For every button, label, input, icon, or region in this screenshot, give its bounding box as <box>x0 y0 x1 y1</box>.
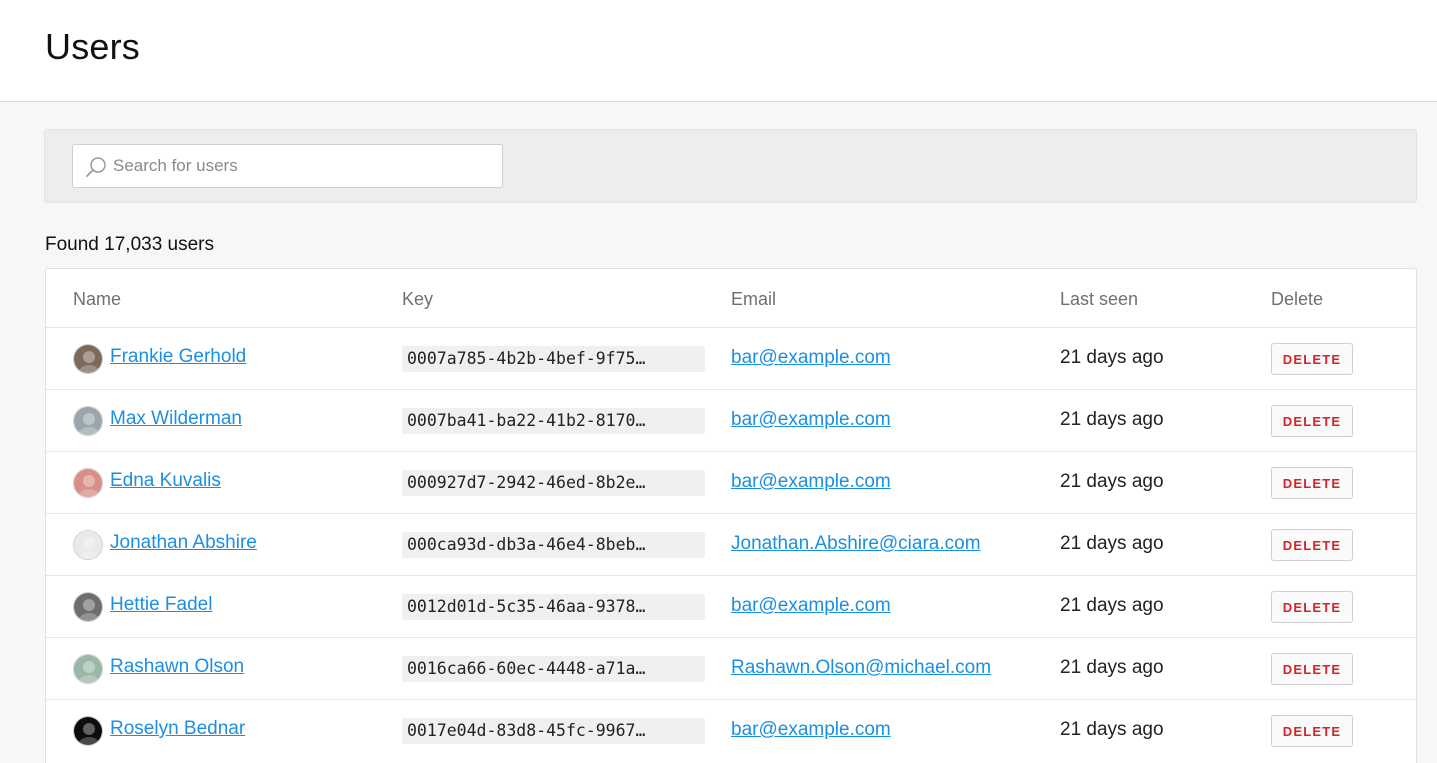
user-name-link[interactable]: Jonathan Abshire <box>110 532 257 554</box>
table-row: Rashawn Olson 0016ca66-60ec-4448-a71a… Ras… <box>46 637 1416 699</box>
results-count: Found 17,033 users <box>45 234 215 255</box>
delete-button[interactable]: DELETE <box>1271 715 1353 747</box>
delete-button[interactable]: DELETE <box>1271 467 1353 499</box>
last-seen: 21 days ago <box>1060 719 1164 740</box>
column-header-name: Name <box>73 289 122 309</box>
last-seen: 21 days ago <box>1060 533 1164 554</box>
column-header-email: Email <box>731 289 777 309</box>
table-row: Edna Kuvalis 000927d7-2942-46ed-8b2e… bar@… <box>46 451 1416 513</box>
column-header-delete: Delete <box>1271 289 1324 309</box>
search-input[interactable] <box>113 145 498 187</box>
last-seen: 21 days ago <box>1060 409 1164 430</box>
user-email-link[interactable]: Rashawn.Olson@michael.com <box>731 657 991 679</box>
last-seen: 21 days ago <box>1060 595 1164 616</box>
search-box[interactable] <box>72 144 503 188</box>
user-name-link[interactable]: Frankie Gerhold <box>110 346 246 368</box>
avatar <box>73 344 103 374</box>
users-table: Name Key Email Last seen Delete Frankie … <box>45 268 1417 763</box>
table-row: Frankie Gerhold 0007a785-4b2b-4bef-9f75… b… <box>46 327 1416 389</box>
user-email-link[interactable]: bar@example.com <box>731 471 891 493</box>
avatar <box>73 468 103 498</box>
user-name-link[interactable]: Edna Kuvalis <box>110 470 221 492</box>
delete-button[interactable]: DELETE <box>1271 653 1353 685</box>
user-email-link[interactable]: bar@example.com <box>731 719 891 741</box>
user-key: 0016ca66-60ec-4448-a71a… <box>402 656 705 682</box>
last-seen: 21 days ago <box>1060 347 1164 368</box>
column-header-last-seen: Last seen <box>1060 289 1139 309</box>
user-email-link[interactable]: bar@example.com <box>731 409 891 431</box>
user-name-link[interactable]: Roselyn Bednar <box>110 718 245 740</box>
avatar <box>73 716 103 746</box>
search-panel <box>44 129 1417 203</box>
delete-button[interactable]: DELETE <box>1271 405 1353 437</box>
delete-button[interactable]: DELETE <box>1271 529 1353 561</box>
last-seen: 21 days ago <box>1060 471 1164 492</box>
user-key: 0007a785-4b2b-4bef-9f75… <box>402 346 705 372</box>
user-name-link[interactable]: Max Wilderman <box>110 408 242 430</box>
page-header: Users <box>0 0 1437 102</box>
user-key: 000927d7-2942-46ed-8b2e… <box>402 470 705 496</box>
user-key: 0012d01d-5c35-46aa-9378… <box>402 594 705 620</box>
delete-button[interactable]: DELETE <box>1271 343 1353 375</box>
table-row: Roselyn Bednar 0017e04d-83d8-45fc-9967… ba… <box>46 699 1416 761</box>
user-key: 0017e04d-83d8-45fc-9967… <box>402 718 705 744</box>
table-row: Max Wilderman 0007ba41-ba22-41b2-8170… bar… <box>46 389 1416 451</box>
user-name-link[interactable]: Rashawn Olson <box>110 656 244 678</box>
column-header-key: Key <box>402 289 434 309</box>
user-key: 0007ba41-ba22-41b2-8170… <box>402 408 705 434</box>
table-row: Hettie Fadel 0012d01d-5c35-46aa-9378… bar@… <box>46 575 1416 637</box>
user-email-link[interactable]: bar@example.com <box>731 595 891 617</box>
avatar <box>73 654 103 684</box>
avatar <box>73 592 103 622</box>
last-seen: 21 days ago <box>1060 657 1164 678</box>
user-name-link[interactable]: Hettie Fadel <box>110 594 212 616</box>
user-email-link[interactable]: Jonathan.Abshire@ciara.com <box>731 533 981 555</box>
page-title: Users <box>45 26 141 67</box>
search-icon <box>86 157 106 177</box>
table-row: Jonathan Abshire 000ca93d-db3a-46e4-8beb…… <box>46 513 1416 575</box>
delete-button[interactable]: DELETE <box>1271 591 1353 623</box>
avatar <box>73 406 103 436</box>
user-email-link[interactable]: bar@example.com <box>731 347 891 369</box>
user-key: 000ca93d-db3a-46e4-8beb… <box>402 532 705 558</box>
avatar <box>73 530 103 560</box>
